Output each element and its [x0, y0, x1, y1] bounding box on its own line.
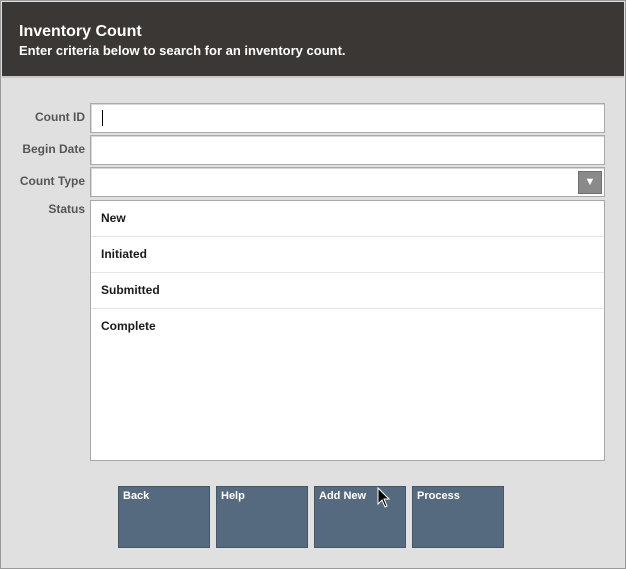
begin-date-label: Begin Date — [22, 142, 85, 156]
count-id-label: Count ID — [35, 110, 85, 124]
chevron-down-icon[interactable]: ▼ — [578, 171, 602, 194]
count-type-label: Count Type — [19, 174, 85, 188]
header-divider — [2, 76, 624, 78]
status-option-new[interactable]: New — [91, 201, 604, 237]
page-subtitle: Enter criteria below to search for an in… — [19, 43, 346, 58]
status-option-submitted[interactable]: Submitted — [91, 273, 604, 309]
add-new-button[interactable]: Add New — [314, 486, 406, 548]
back-button[interactable]: Back — [118, 486, 210, 548]
process-button[interactable]: Process — [412, 486, 504, 548]
page-header: Inventory Count Enter criteria below to … — [2, 2, 624, 76]
count-type-dropdown[interactable]: ▼ — [90, 167, 605, 197]
help-button[interactable]: Help — [216, 486, 308, 548]
mouse-pointer-icon — [377, 487, 391, 508]
text-cursor — [102, 110, 103, 126]
count-id-field[interactable] — [90, 103, 605, 133]
status-option-complete[interactable]: Complete — [91, 309, 604, 344]
status-list: New Initiated Submitted Complete — [90, 200, 605, 461]
begin-date-field[interactable] — [90, 135, 605, 165]
status-label: Status — [48, 202, 85, 216]
page-title: Inventory Count — [19, 23, 142, 40]
status-option-initiated[interactable]: Initiated — [91, 237, 604, 273]
inventory-count-window: Inventory Count Enter criteria below to … — [0, 0, 626, 569]
